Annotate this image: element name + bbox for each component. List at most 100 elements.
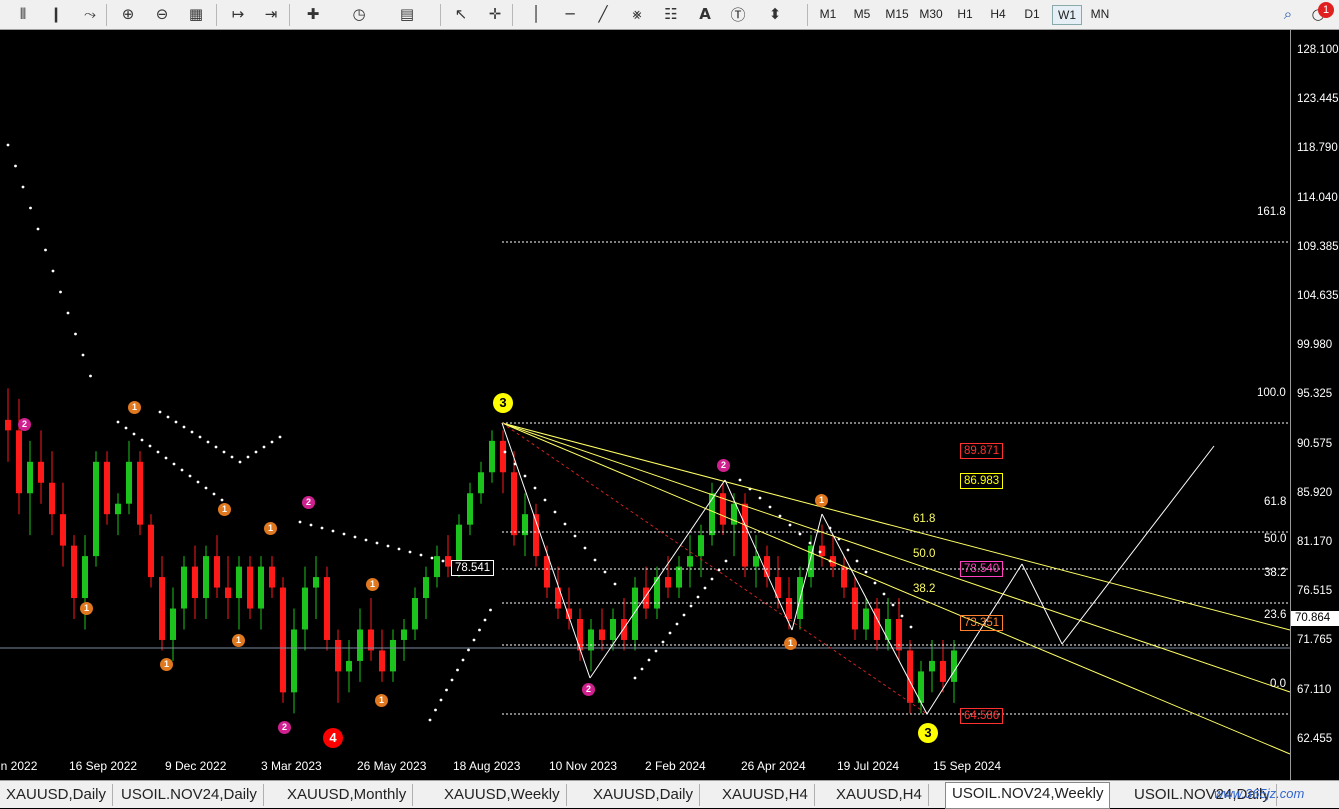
- gann-icon[interactable]: ⨳: [624, 2, 650, 26]
- zoom-in-icon[interactable]: ⊕: [115, 2, 141, 26]
- psar-dot: [44, 248, 47, 252]
- psar-dot: [450, 678, 454, 682]
- text-icon[interactable]: A: [692, 2, 718, 26]
- date-tick-label: 10 Nov 2023: [549, 759, 618, 773]
- chart-tab[interactable]: USOIL.NOV24,Weekly: [945, 782, 1111, 809]
- fibonacci-level-label: 161.8: [1257, 206, 1286, 218]
- psar-dot: [882, 592, 886, 596]
- candle-body: [225, 587, 231, 599]
- psar-dot: [738, 478, 742, 482]
- psar-dot: [230, 455, 234, 459]
- chart-tab[interactable]: XAUUSD,H4: [716, 784, 815, 806]
- candle-body: [632, 587, 638, 640]
- candle-body: [346, 660, 352, 672]
- timeframe-m15[interactable]: M15: [882, 5, 912, 23]
- target-price-label: 73.351: [960, 615, 1004, 631]
- candle-body: [192, 566, 198, 599]
- psar-dot: [689, 604, 693, 608]
- candle-body: [434, 556, 440, 578]
- zoom-out-icon[interactable]: ⊖: [149, 2, 175, 26]
- chart-tab[interactable]: XAUUSD,Weekly: [438, 784, 567, 806]
- psar-dot: [74, 332, 77, 336]
- psar-dot: [654, 649, 658, 653]
- crosshair-icon[interactable]: ✛: [482, 2, 508, 26]
- horizontal-line-icon[interactable]: ─: [557, 2, 583, 26]
- psar-dot: [156, 450, 160, 454]
- candle-body: [940, 660, 946, 682]
- timeframe-m1[interactable]: M1: [815, 5, 841, 23]
- fibonacci-level-label: 61.8: [1264, 496, 1287, 508]
- candle-body: [698, 535, 704, 557]
- candle-body: [588, 629, 594, 651]
- psar-dot: [445, 688, 448, 692]
- candle-body: [621, 619, 627, 640]
- psar-dot: [523, 474, 527, 478]
- psar-dot: [51, 269, 55, 273]
- psar-dot: [254, 450, 258, 454]
- timeframe-m30[interactable]: M30: [916, 5, 946, 23]
- arrows-icon[interactable]: ⬍: [762, 2, 788, 26]
- bar-chart-icon[interactable]: ⫴: [10, 2, 36, 26]
- line-chart-icon[interactable]: ⤳: [77, 2, 103, 26]
- psar-dot: [353, 535, 357, 539]
- psar-dot: [331, 529, 335, 533]
- fib-fan-line: [501, 422, 1291, 755]
- price-tag-label: 78.541: [451, 560, 495, 576]
- psar-dot: [172, 462, 176, 466]
- chart-tab[interactable]: XAUUSD,Daily: [0, 784, 114, 806]
- psar-dot: [309, 523, 313, 527]
- text-label-icon[interactable]: Ⓣ: [725, 2, 751, 26]
- candle-body: [71, 545, 77, 599]
- chart-tab[interactable]: XAUUSD,H4: [830, 784, 929, 806]
- templates-icon[interactable]: ▤: [394, 2, 420, 26]
- chart-tab[interactable]: USOIL.NOV24,Daily: [115, 784, 264, 806]
- autoscroll-icon[interactable]: ↦: [225, 2, 251, 26]
- vertical-line-icon[interactable]: │: [523, 2, 549, 26]
- date-tick-label: 26 May 2023: [357, 759, 427, 773]
- wave-count-marker: 2: [18, 418, 31, 431]
- psar-dot: [603, 570, 607, 574]
- timeframe-h4[interactable]: H4: [985, 5, 1011, 23]
- psar-dot: [6, 143, 10, 147]
- fibonacci-icon[interactable]: ☷: [658, 2, 684, 26]
- price-chart[interactable]: [0, 30, 1339, 780]
- date-tick-label: 2 Feb 2024: [645, 759, 706, 773]
- psar-dot: [441, 559, 445, 563]
- psar-dot: [428, 718, 432, 722]
- trendline-icon[interactable]: ╱: [590, 2, 616, 26]
- new-indicator-icon[interactable]: ✚: [300, 2, 326, 26]
- wave-count-marker: 3: [918, 723, 938, 743]
- psar-dot: [710, 577, 714, 581]
- candle-body: [313, 577, 319, 588]
- candlestick-icon[interactable]: ❙: [43, 2, 69, 26]
- zigzag-line: [1061, 445, 1215, 645]
- fibonacci-level-label: 23.6: [1264, 609, 1287, 621]
- chart-tab[interactable]: XAUUSD,Daily: [587, 784, 701, 806]
- candle-body: [269, 566, 275, 588]
- chart-tab[interactable]: XAUUSD,Monthly: [281, 784, 414, 806]
- timeframe-mn[interactable]: MN: [1087, 5, 1113, 23]
- candle-body: [577, 619, 583, 651]
- cursor-icon[interactable]: ↖: [448, 2, 474, 26]
- timeframe-m5[interactable]: M5: [849, 5, 875, 23]
- timeframe-w1[interactable]: W1: [1052, 5, 1082, 25]
- target-price-label: 86.983: [960, 473, 1004, 489]
- watermark: www.365jz.com: [1214, 786, 1305, 801]
- timeframe-h1[interactable]: H1: [952, 5, 978, 23]
- fib-fan-line: [501, 422, 1291, 631]
- psar-dot: [788, 523, 792, 527]
- psar-dot: [262, 445, 266, 449]
- psar-dot: [613, 582, 617, 586]
- price-tick-label: 99.980: [1297, 339, 1333, 352]
- chart-shift-icon[interactable]: ⇥: [258, 2, 284, 26]
- search-icon[interactable]: ⌕: [1275, 2, 1301, 26]
- psar-dot: [668, 631, 672, 635]
- tile-windows-icon[interactable]: ▦: [183, 2, 209, 26]
- psar-dot: [89, 374, 92, 378]
- psar-dot: [375, 541, 379, 545]
- psar-dot: [543, 498, 547, 502]
- periods-icon[interactable]: ◷: [346, 2, 372, 26]
- price-tick-label: 123.445: [1297, 93, 1339, 106]
- zigzag-line: [1021, 563, 1063, 645]
- timeframe-d1[interactable]: D1: [1019, 5, 1045, 23]
